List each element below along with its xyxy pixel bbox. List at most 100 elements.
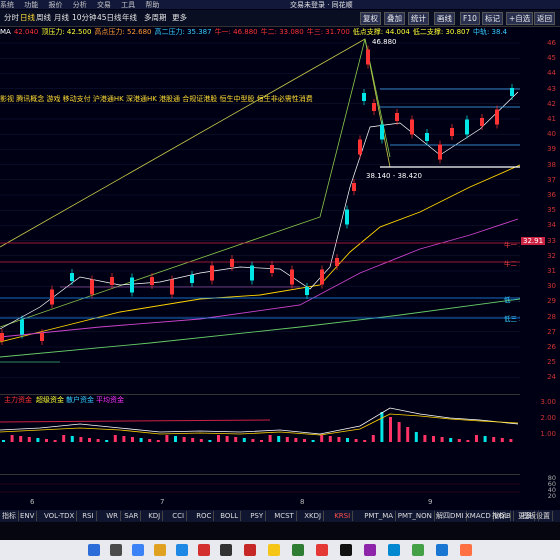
sub-tick: 1.00 <box>540 430 556 438</box>
tab-right-0[interactable]: 指标B <box>490 511 514 521</box>
fund-flow-indicator[interactable]: 主力资金 超级资金 散户资金 平均资金 <box>0 394 520 474</box>
tab-16[interactable]: 解四DMI <box>434 511 467 521</box>
indicator-values: MA 42.040 顶压力: 42.500 高点压力: 52.680 高二压力: 35.… <box>0 27 560 37</box>
price-tick: 32 <box>547 251 556 260</box>
tab-5[interactable]: SAR <box>122 511 142 521</box>
tab-6[interactable]: KDJ <box>146 511 164 521</box>
tab-right-1[interactable]: 模板 <box>520 511 539 521</box>
app-icon-orange[interactable] <box>460 544 472 556</box>
menu-item-quote[interactable]: 报价 <box>48 1 62 9</box>
period-multi[interactable]: 多周期 <box>142 13 169 23</box>
peak-price-label: 46.880 <box>372 38 397 46</box>
sub-indicator-axis: 3.00 2.00 1.00 <box>520 394 560 474</box>
price-tick: 24 <box>547 373 556 382</box>
period-weekly[interactable]: 周线 <box>34 13 53 23</box>
date-label: 8 <box>300 498 305 506</box>
menu-item-trade[interactable]: 交易 <box>97 1 111 9</box>
app-icon-dark[interactable] <box>220 544 232 556</box>
app-icon-red[interactable] <box>198 544 210 556</box>
os-taskbar <box>0 540 560 560</box>
start-icon[interactable] <box>88 544 100 556</box>
price-tick: 40 <box>547 130 556 139</box>
wechat-icon[interactable] <box>412 544 424 556</box>
mark-button[interactable]: 标记 <box>482 12 503 25</box>
menu-item-help[interactable]: 帮助 <box>145 1 159 9</box>
add-watchlist-button[interactable]: +自选 <box>506 12 534 25</box>
price-tick: 31 <box>547 267 556 275</box>
tab-1[interactable]: ENV <box>18 511 38 521</box>
price-tick: 45 <box>547 54 556 63</box>
price-tick: 43 <box>547 84 556 93</box>
period-more[interactable]: 更多 <box>170 13 189 23</box>
menu-bar: 系统 功能 报价 分析 交易 工具 帮助 交易未登录 · 同花顺 <box>0 0 560 9</box>
tab-7[interactable]: CCI <box>170 511 188 521</box>
date-label: 6 <box>30 498 35 506</box>
indicator-value: 低二支撑: 30.807 <box>412 28 470 36</box>
indicator-value: MA <box>0 28 11 36</box>
price-tick: 36 <box>547 191 556 199</box>
draw-line-button[interactable]: 画线 <box>434 12 455 25</box>
sub-label-retail: 散户资金 <box>66 395 94 404</box>
date-label: 9 <box>428 498 433 506</box>
price-tick: 33 <box>547 236 556 245</box>
volume-chart[interactable] <box>0 474 520 498</box>
period-toolbar: 分时 日线 周线 月线 10分钟 45日线 年线 多周期 更多 复权 叠加 统计… <box>0 10 560 27</box>
overlay-button[interactable]: 叠加 <box>384 12 405 25</box>
tab-2[interactable]: VOL-TDX <box>42 511 78 521</box>
stats-button[interactable]: 统计 <box>408 12 429 25</box>
price-tick: 41 <box>547 115 556 123</box>
tab-12[interactable]: XKDJ <box>302 511 325 521</box>
indicator-value: 顶压力: 42.500 <box>41 28 92 36</box>
period-monthly[interactable]: 月线 <box>52 13 71 23</box>
tab-9[interactable]: BOLL <box>218 511 242 521</box>
app-icon-trade[interactable] <box>244 544 256 556</box>
tab-8[interactable]: ROC <box>194 511 215 521</box>
price-tick: 39 <box>547 145 556 154</box>
range-label: 38.140 - 38.420 <box>366 172 422 180</box>
price-tick: 28 <box>547 312 556 321</box>
price-tick: 44 <box>547 69 556 78</box>
indicator-tab-bar: 指标 ENV VOL-TDX RSI WR SAR KDJ CCI ROC BOLL PSY MCST… <box>0 510 560 522</box>
sub-label-main: 主力资金 <box>4 395 32 404</box>
current-price-tag: 32.91 <box>521 237 546 245</box>
search-icon[interactable] <box>110 544 122 556</box>
tab-0[interactable]: 指标 <box>0 511 19 521</box>
task-view-icon[interactable] <box>132 544 144 556</box>
edge-browser-icon[interactable] <box>176 544 188 556</box>
file-explorer-icon[interactable] <box>154 544 166 556</box>
qq-icon[interactable] <box>436 544 448 556</box>
niu-yi-label: 牛一 3 <box>504 240 520 249</box>
price-tick: 38 <box>547 160 556 169</box>
tiktok-icon[interactable] <box>340 544 352 556</box>
indicator-value: 牛三: 31.700 <box>306 28 350 36</box>
price-tick: 29 <box>547 297 556 306</box>
app-icon-video[interactable] <box>316 544 328 556</box>
price-tick: 26 <box>547 343 556 351</box>
tab-10[interactable]: PSY <box>248 511 267 521</box>
indicator-value: 高点压力: 52.680 <box>94 28 152 36</box>
tab-14[interactable]: PMT_MA <box>362 511 397 521</box>
menu-item-system[interactable]: 系统 <box>0 1 14 9</box>
fuquan-button[interactable]: 复权 <box>360 12 381 25</box>
indicator-value: 中轨: 38.4 <box>472 28 508 36</box>
candlestick-chart[interactable]: 影视 腾讯概念 游戏 移动支付 沪港通HK 深港通HK 港股通 合规证港股 恒生… <box>0 37 520 393</box>
app-icon-green[interactable] <box>292 544 304 556</box>
date-label: 7 <box>160 498 165 506</box>
app-icon-purple[interactable] <box>364 544 376 556</box>
niu-er-label: 牛二 31 <box>504 259 520 268</box>
period-yearly[interactable]: 年线 <box>120 13 139 23</box>
app-icon-blue[interactable] <box>388 544 400 556</box>
tab-11[interactable]: MCST <box>272 511 297 521</box>
menu-item-function[interactable]: 功能 <box>24 1 38 9</box>
price-tick: 25 <box>547 358 556 367</box>
f10-button[interactable]: F10 <box>460 12 480 25</box>
back-button[interactable]: 返回 <box>534 12 555 25</box>
app-icon-yellow[interactable] <box>268 544 280 556</box>
menu-item-tools[interactable]: 工具 <box>121 1 135 9</box>
tab-4[interactable]: WR <box>104 511 121 521</box>
tab-13[interactable]: KRSI <box>332 511 354 521</box>
tab-15[interactable]: PMT_NON <box>396 511 435 521</box>
tab-3[interactable]: RSI <box>80 511 97 521</box>
price-tick: 34 <box>547 221 556 230</box>
menu-item-analysis[interactable]: 分析 <box>73 1 87 9</box>
